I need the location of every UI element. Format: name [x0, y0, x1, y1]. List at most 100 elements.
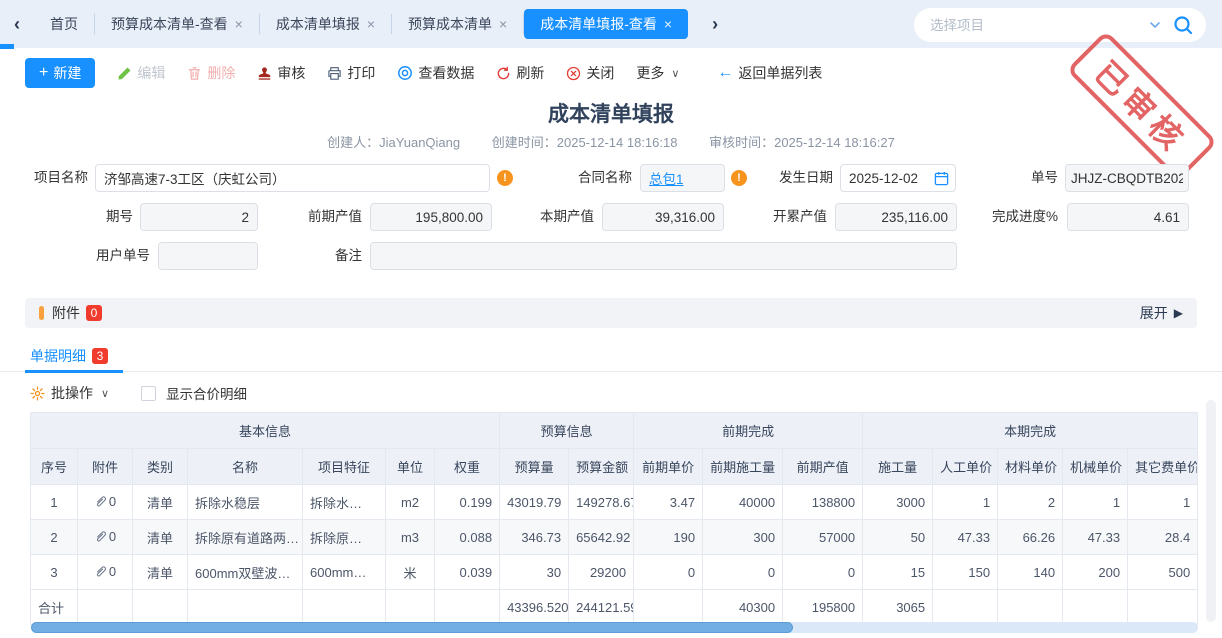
col-feature[interactable]: 项目特征: [303, 449, 386, 485]
col-other-price[interactable]: 其它费单价: [1128, 449, 1198, 485]
vertical-scrollbar[interactable]: [1206, 400, 1216, 622]
detail-table-wrap: 基本信息 预算信息 前期完成 本期完成 序号 附件 类别 名称 项目特征 单位 …: [30, 412, 1197, 625]
col-material-price[interactable]: 材料单价: [998, 449, 1063, 485]
back-label: 返回单据列表: [738, 63, 822, 83]
accum-output-field[interactable]: [835, 203, 957, 231]
col-seq[interactable]: 序号: [31, 449, 78, 485]
total-empty: [386, 590, 435, 625]
cell-attach[interactable]: 0: [78, 520, 133, 555]
close-icon[interactable]: ×: [367, 16, 375, 32]
created-time-text: 创建时间：2025-12-14 18:16:18: [492, 135, 678, 150]
info-icon[interactable]: !: [731, 170, 747, 186]
audit-button[interactable]: 审核: [257, 63, 305, 83]
tab-cost-list-fill[interactable]: 成本清单填报×: [260, 9, 391, 39]
info-icon[interactable]: !: [497, 170, 513, 186]
chevron-down-icon[interactable]: [1148, 18, 1162, 32]
col-prev-output[interactable]: 前期产值: [783, 449, 863, 485]
tabs-scroll-right-icon[interactable]: ›: [712, 14, 718, 35]
remark-field[interactable]: [370, 242, 957, 270]
cell-name: 拆除原有道路两…: [188, 520, 303, 555]
col-type[interactable]: 类别: [133, 449, 188, 485]
project-name-label: 项目名称: [20, 164, 88, 192]
horizontal-scrollbar-track[interactable]: [31, 622, 1198, 633]
tab-label: 预算成本清单-查看: [111, 14, 228, 34]
project-select[interactable]: [914, 8, 1206, 42]
total-empty: [933, 590, 998, 625]
calendar-icon[interactable]: [934, 171, 949, 186]
cell-type: 清单: [133, 520, 188, 555]
cell-feature: 拆除水…: [303, 485, 386, 520]
search-icon[interactable]: [1172, 14, 1194, 36]
table-row[interactable]: 1 0 清单 拆除水稳层 拆除水… m2 0.199 43019.79 1492…: [31, 485, 1198, 520]
delete-button[interactable]: 删除: [187, 63, 235, 83]
cell-attach[interactable]: 0: [78, 485, 133, 520]
col-name[interactable]: 名称: [188, 449, 303, 485]
cell-attach[interactable]: 0: [78, 555, 133, 590]
gear-icon: [30, 386, 45, 401]
tab-label: 成本清单填报-查看: [540, 14, 657, 34]
user-doc-no-field[interactable]: [158, 242, 258, 270]
close-icon[interactable]: ×: [235, 16, 243, 32]
print-button[interactable]: 打印: [327, 63, 375, 83]
tab-budget-cost-list[interactable]: 预算成本清单×: [392, 9, 523, 39]
progress-field[interactable]: [1067, 203, 1189, 231]
col-machine-price[interactable]: 机械单价: [1063, 449, 1128, 485]
new-button[interactable]: + 新建: [25, 58, 95, 88]
current-output-label: 本期产值: [522, 203, 594, 231]
col-attach[interactable]: 附件: [78, 449, 133, 485]
refresh-button[interactable]: 刷新: [496, 63, 544, 83]
period-field[interactable]: [140, 203, 258, 231]
col-budget-qty[interactable]: 预算量: [500, 449, 569, 485]
cell-weight: 0.199: [435, 485, 500, 520]
col-prev-price[interactable]: 前期单价: [634, 449, 703, 485]
close-icon[interactable]: ×: [499, 16, 507, 32]
table-row[interactable]: 2 0 清单 拆除原有道路两… 拆除原… m3 0.088 346.73 656…: [31, 520, 1198, 555]
col-labor-price[interactable]: 人工单价: [933, 449, 998, 485]
col-weight[interactable]: 权重: [435, 449, 500, 485]
show-detail-checkbox[interactable]: [141, 386, 156, 401]
table-row[interactable]: 3 0 清单 600mm双壁波… 600mm… 米 0.039 30 29200…: [31, 555, 1198, 590]
total-qty: 3065: [863, 590, 933, 625]
tab-budget-cost-view[interactable]: 预算成本清单-查看 ×: [95, 9, 259, 39]
detail-count-badge: 3: [92, 348, 108, 364]
close-icon[interactable]: ×: [664, 16, 672, 32]
doc-no-field[interactable]: [1065, 164, 1189, 192]
col-prev-qty[interactable]: 前期施工量: [703, 449, 783, 485]
more-button[interactable]: 更多 ∨: [636, 63, 679, 83]
view-data-button[interactable]: 查看数据: [397, 63, 474, 83]
col-budget-amount[interactable]: 预算金额: [569, 449, 634, 485]
cell-prev-qty: 300: [703, 520, 783, 555]
project-select-input[interactable]: [930, 18, 1148, 33]
attachment-section[interactable]: 附件 0 展开 ▶: [25, 298, 1197, 328]
total-budget-amount: 244121.590: [569, 590, 634, 625]
cell-name: 600mm双壁波…: [188, 555, 303, 590]
back-to-list-button[interactable]: ← 返回单据列表: [717, 63, 822, 83]
cell-seq: 1: [31, 485, 78, 520]
tab-cost-list-fill-view-active[interactable]: 成本清单填报-查看 ×: [524, 9, 688, 39]
pencil-icon: [117, 66, 132, 81]
cell-weight: 0.039: [435, 555, 500, 590]
show-detail-checkbox-label: 显示合价明细: [166, 383, 247, 403]
col-unit[interactable]: 单位: [386, 449, 435, 485]
expand-button[interactable]: 展开 ▶: [1140, 303, 1183, 323]
project-name-field[interactable]: [95, 164, 490, 192]
close-doc-label: 关闭: [586, 63, 614, 83]
edit-button[interactable]: 编辑: [117, 63, 165, 83]
tab-label: 首页: [50, 14, 78, 34]
tabs-scroll-left-icon[interactable]: ‹: [0, 14, 34, 35]
tab-detail-list[interactable]: 单据明细 3: [30, 340, 108, 371]
batch-actions-button[interactable]: 批操作 ∨: [30, 383, 109, 403]
total-prev-qty: 40300: [703, 590, 783, 625]
current-output-field[interactable]: [602, 203, 724, 231]
date-label: 发生日期: [765, 164, 833, 192]
horizontal-scrollbar-thumb[interactable]: [31, 622, 793, 633]
cell-prev-output: 57000: [783, 520, 863, 555]
close-doc-button[interactable]: 关闭: [566, 63, 614, 83]
prev-output-label: 前期产值: [290, 203, 362, 231]
prev-output-field[interactable]: [370, 203, 492, 231]
group-current: 本期完成: [863, 413, 1198, 449]
col-qty[interactable]: 施工量: [863, 449, 933, 485]
contract-link[interactable]: 总包1: [649, 168, 684, 188]
tab-home[interactable]: 首页: [34, 9, 94, 39]
cell-other: 500: [1128, 555, 1198, 590]
